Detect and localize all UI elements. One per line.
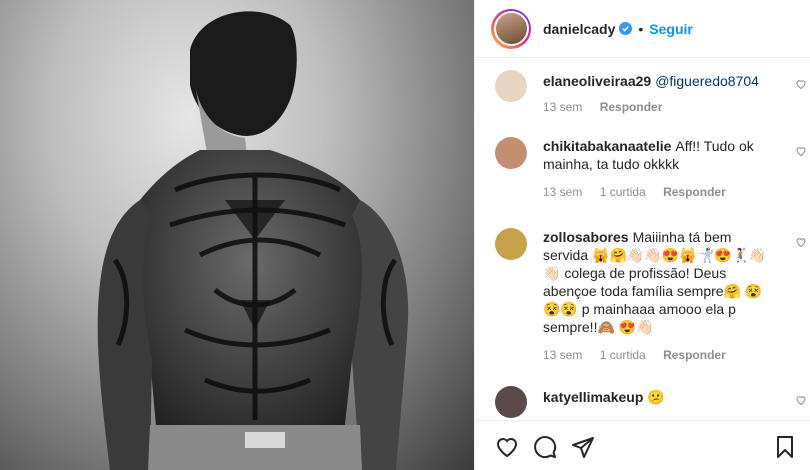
like-comment-heart-icon[interactable] [795, 145, 807, 157]
commenter-username[interactable]: chikitabakanaatelie [543, 138, 671, 154]
reply-button[interactable]: Responder [663, 348, 726, 362]
author-avatar[interactable] [491, 8, 531, 49]
comments-list: elaneoliveiraa29 @figueredo8704 13 sem Re… [475, 58, 810, 430]
commenter-username[interactable]: elaneoliveiraa29 [543, 73, 651, 89]
heart-outline-icon[interactable] [495, 435, 519, 459]
like-comment-heart-icon[interactable] [795, 236, 807, 248]
bookmark-icon[interactable] [773, 435, 797, 459]
comment-text: 😕 [647, 389, 665, 405]
comment-likes[interactable]: 1 curtida [600, 348, 646, 362]
commenter-avatar[interactable] [495, 228, 527, 260]
comment-item: elaneoliveiraa29 @figueredo8704 13 sem Re… [495, 70, 806, 114]
comment-time[interactable]: 13 sem [543, 100, 582, 114]
comment-bubble-icon[interactable] [533, 435, 557, 459]
comment-time[interactable]: 13 sem [543, 348, 582, 362]
post-actions-bar [475, 420, 810, 470]
like-comment-heart-icon[interactable] [795, 78, 807, 90]
commenter-avatar[interactable] [495, 70, 527, 102]
comment-time[interactable]: 13 sem [543, 185, 582, 199]
verified-badge-icon [619, 22, 633, 35]
post-sidebar: danielcady • Seguir elaneoliveiraa29 @fig… [474, 0, 810, 470]
like-comment-heart-icon[interactable] [795, 394, 807, 406]
post-header: danielcady • Seguir [475, 0, 810, 58]
comment-item: katyellimakeup 😕 [495, 386, 806, 418]
comment-likes[interactable]: 1 curtida [600, 185, 646, 199]
commenter-avatar[interactable] [495, 386, 527, 418]
commenter-avatar[interactable] [495, 137, 527, 169]
commenter-username[interactable]: zollosabores [543, 229, 629, 245]
comment-text[interactable]: @figueredo8704 [655, 73, 759, 89]
comment-item: zollosabores Maiiinha tá bem servida 🙀🤗👋🏻… [495, 228, 806, 362]
comment-item: chikitabakanaatelie Aff!! Tudo ok mainha,… [495, 137, 806, 199]
header-separator: • [638, 20, 644, 37]
reply-button[interactable]: Responder [663, 185, 726, 199]
post-photo [0, 0, 474, 470]
follow-button[interactable]: Seguir [649, 21, 693, 37]
author-username[interactable]: danielcady [543, 21, 615, 37]
reply-button[interactable]: Responder [600, 100, 663, 114]
tattooed-back-image [97, 11, 409, 470]
paper-plane-icon[interactable] [571, 435, 595, 459]
commenter-username[interactable]: katyellimakeup [543, 389, 643, 405]
